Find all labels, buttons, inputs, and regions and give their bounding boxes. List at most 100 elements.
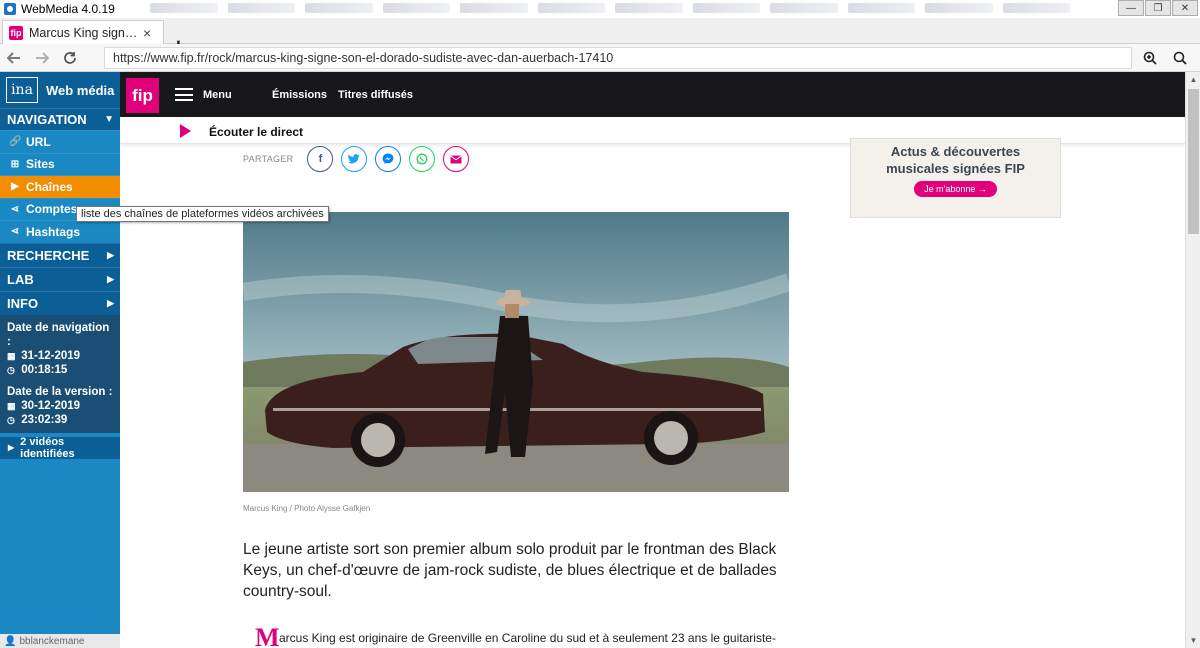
scroll-down-icon[interactable]: ▼ [1186, 633, 1200, 648]
calendar-icon: ▦ [7, 350, 16, 361]
brand-title: Web média [46, 82, 115, 98]
sidebar-item-label: Comptes [26, 202, 78, 217]
tab-strip: fip Marcus King sign… × + [0, 18, 1200, 58]
twitter-icon[interactable] [341, 146, 368, 172]
article-body: M arcus King est originaire de Greenvill… [243, 623, 803, 648]
search-icon[interactable] [1168, 47, 1192, 69]
browser-tab[interactable]: fip Marcus King sign… × [2, 20, 164, 44]
forward-icon[interactable] [28, 45, 56, 71]
emissions-link[interactable]: Émissions [272, 89, 327, 101]
article-lead: Le jeune artiste sort son premier album … [243, 541, 777, 600]
link-icon: 🔗 [9, 136, 22, 148]
section-label: RECHERCHE [7, 247, 90, 263]
username: bblanckemane [19, 635, 85, 647]
tooltip: liste des chaînes de plateformes vidéos … [76, 206, 329, 222]
article-body-text: arcus King est originaire de Greenville … [279, 631, 776, 645]
tab-close-icon[interactable]: × [143, 25, 151, 41]
section-recherche[interactable]: RECHERCHE ▶ [0, 242, 120, 267]
nav-time-row: ◷ 00:18:15 [7, 363, 113, 377]
videos-label: 2 vidéos identifiées [20, 435, 75, 460]
window-title: WebMedia 4.0.19 [21, 2, 115, 16]
youtube-icon: ▶ [11, 181, 19, 193]
minimize-button[interactable]: — [1118, 0, 1144, 16]
fip-logo[interactable]: fip [126, 78, 159, 113]
navigation-header-label: NAVIGATION [7, 112, 87, 127]
hamburger-icon[interactable] [175, 88, 193, 101]
sidebar-item-hashtags[interactable]: ⋖ Hashtags [0, 220, 120, 243]
section-lab[interactable]: LAB ▶ [0, 266, 120, 291]
titres-diffuses-link[interactable]: Titres diffusés [338, 89, 413, 101]
caret-right-icon: ▶ [8, 443, 15, 452]
nav-date-row: ▦ 31-12-2019 [7, 349, 113, 363]
sidebar-item-label: URL [26, 134, 51, 149]
version-date-label: Date de la version : [7, 385, 113, 398]
scroll-up-icon[interactable]: ▲ [1186, 72, 1200, 87]
menu-link[interactable]: Menu [203, 89, 232, 101]
address-bar: https://www.fip.fr/rock/marcus-king-sign… [0, 44, 1200, 72]
ina-logo: ina [6, 77, 38, 103]
subscription-promo: Actus & découvertes musicales signées FI… [850, 138, 1061, 218]
messenger-icon[interactable] [375, 146, 402, 172]
subscribe-button[interactable]: Je m'abonne → [914, 181, 997, 197]
reload-icon[interactable] [56, 45, 84, 71]
page-scrollbar[interactable]: ▲ ▼ [1185, 72, 1200, 648]
play-icon[interactable] [180, 124, 191, 138]
videos-identified-toggle[interactable]: ▶ 2 vidéos identifiées [0, 435, 120, 460]
article-photo [243, 212, 789, 492]
promo-line-1: Actus & découvertes [890, 144, 1021, 159]
page-viewport: fip Menu Émissions Titres diffusés Écout… [120, 72, 1185, 648]
sidebar-brand: ina Web média [0, 72, 120, 108]
version-time-row: ◷ 23:02:39 [7, 413, 113, 427]
maximize-button[interactable]: ❐ [1145, 0, 1171, 16]
promo-line-2: musicales signées FIP [886, 161, 1025, 176]
sidebar-item-label: Chaînes [26, 179, 73, 194]
share-icon: ⋖ [10, 203, 20, 215]
nav-date: 31-12-2019 [21, 349, 81, 362]
sidebar-item-sites[interactable]: ⊞ Sites [0, 152, 120, 176]
facebook-icon[interactable]: f [307, 146, 334, 172]
close-window-button[interactable]: ✕ [1172, 0, 1198, 16]
caret-right-icon: ▶ [107, 273, 114, 284]
scroll-thumb[interactable] [1188, 89, 1199, 234]
caret-down-icon: ▼ [104, 114, 114, 125]
date-panel: Date de navigation : ▦ 31-12-2019 ◷ 00:1… [0, 314, 120, 433]
section-label: LAB [7, 271, 34, 287]
version-time: 23:02:39 [21, 413, 68, 426]
sidebar-item-label: Hashtags [26, 224, 81, 239]
nav-date-label: Date de navigation : [7, 321, 110, 348]
share-bar: PARTAGER f [243, 146, 477, 172]
sitemap-icon: ⊞ [10, 158, 20, 170]
fip-header: fip Menu Émissions Titres diffusés [120, 72, 1185, 117]
email-icon[interactable] [443, 146, 470, 172]
drop-cap: M [255, 623, 280, 648]
clock-icon: ◷ [7, 364, 15, 375]
clock-icon: ◷ [7, 414, 15, 425]
background-tabs [150, 3, 1070, 15]
calendar-icon: ▦ [7, 400, 16, 411]
section-info[interactable]: INFO ▶ [0, 290, 120, 315]
section-label: INFO [7, 295, 39, 311]
zoom-icon[interactable] [1138, 47, 1162, 69]
fip-favicon-icon: fip [9, 25, 23, 40]
sidebar-item-url[interactable]: 🔗 URL [0, 130, 120, 153]
listen-live-link[interactable]: Écouter le direct [209, 125, 303, 139]
navigation-header[interactable]: NAVIGATION ▼ [0, 108, 120, 130]
share-icon: ⋖ [10, 226, 20, 238]
photo-caption: Marcus King / Photo Alysse Gafkjen [243, 504, 371, 513]
back-icon[interactable] [0, 45, 28, 71]
share-label: PARTAGER [243, 154, 294, 164]
user-icon: 👤 [4, 635, 17, 647]
webmedia-sidebar: ina Web média NAVIGATION ▼ 🔗 URL ⊞ Sites… [0, 72, 120, 648]
caret-right-icon: ▶ [107, 249, 114, 260]
sidebar-item-chaines[interactable]: ▶ Chaînes [0, 175, 120, 198]
nav-time: 00:18:15 [21, 363, 68, 376]
version-date-row: ▦ 30-12-2019 [7, 399, 113, 413]
version-date: 30-12-2019 [21, 399, 81, 412]
window-titlebar: WebMedia 4.0.19 — ❐ ✕ [0, 0, 1200, 18]
webmedia-app-icon [4, 3, 16, 15]
caret-right-icon: ▶ [107, 297, 114, 308]
tab-label: Marcus King sign… [29, 25, 138, 40]
whatsapp-icon[interactable] [409, 146, 436, 172]
sidebar-item-label: Sites [26, 157, 55, 172]
url-input[interactable]: https://www.fip.fr/rock/marcus-king-sign… [104, 47, 1132, 69]
